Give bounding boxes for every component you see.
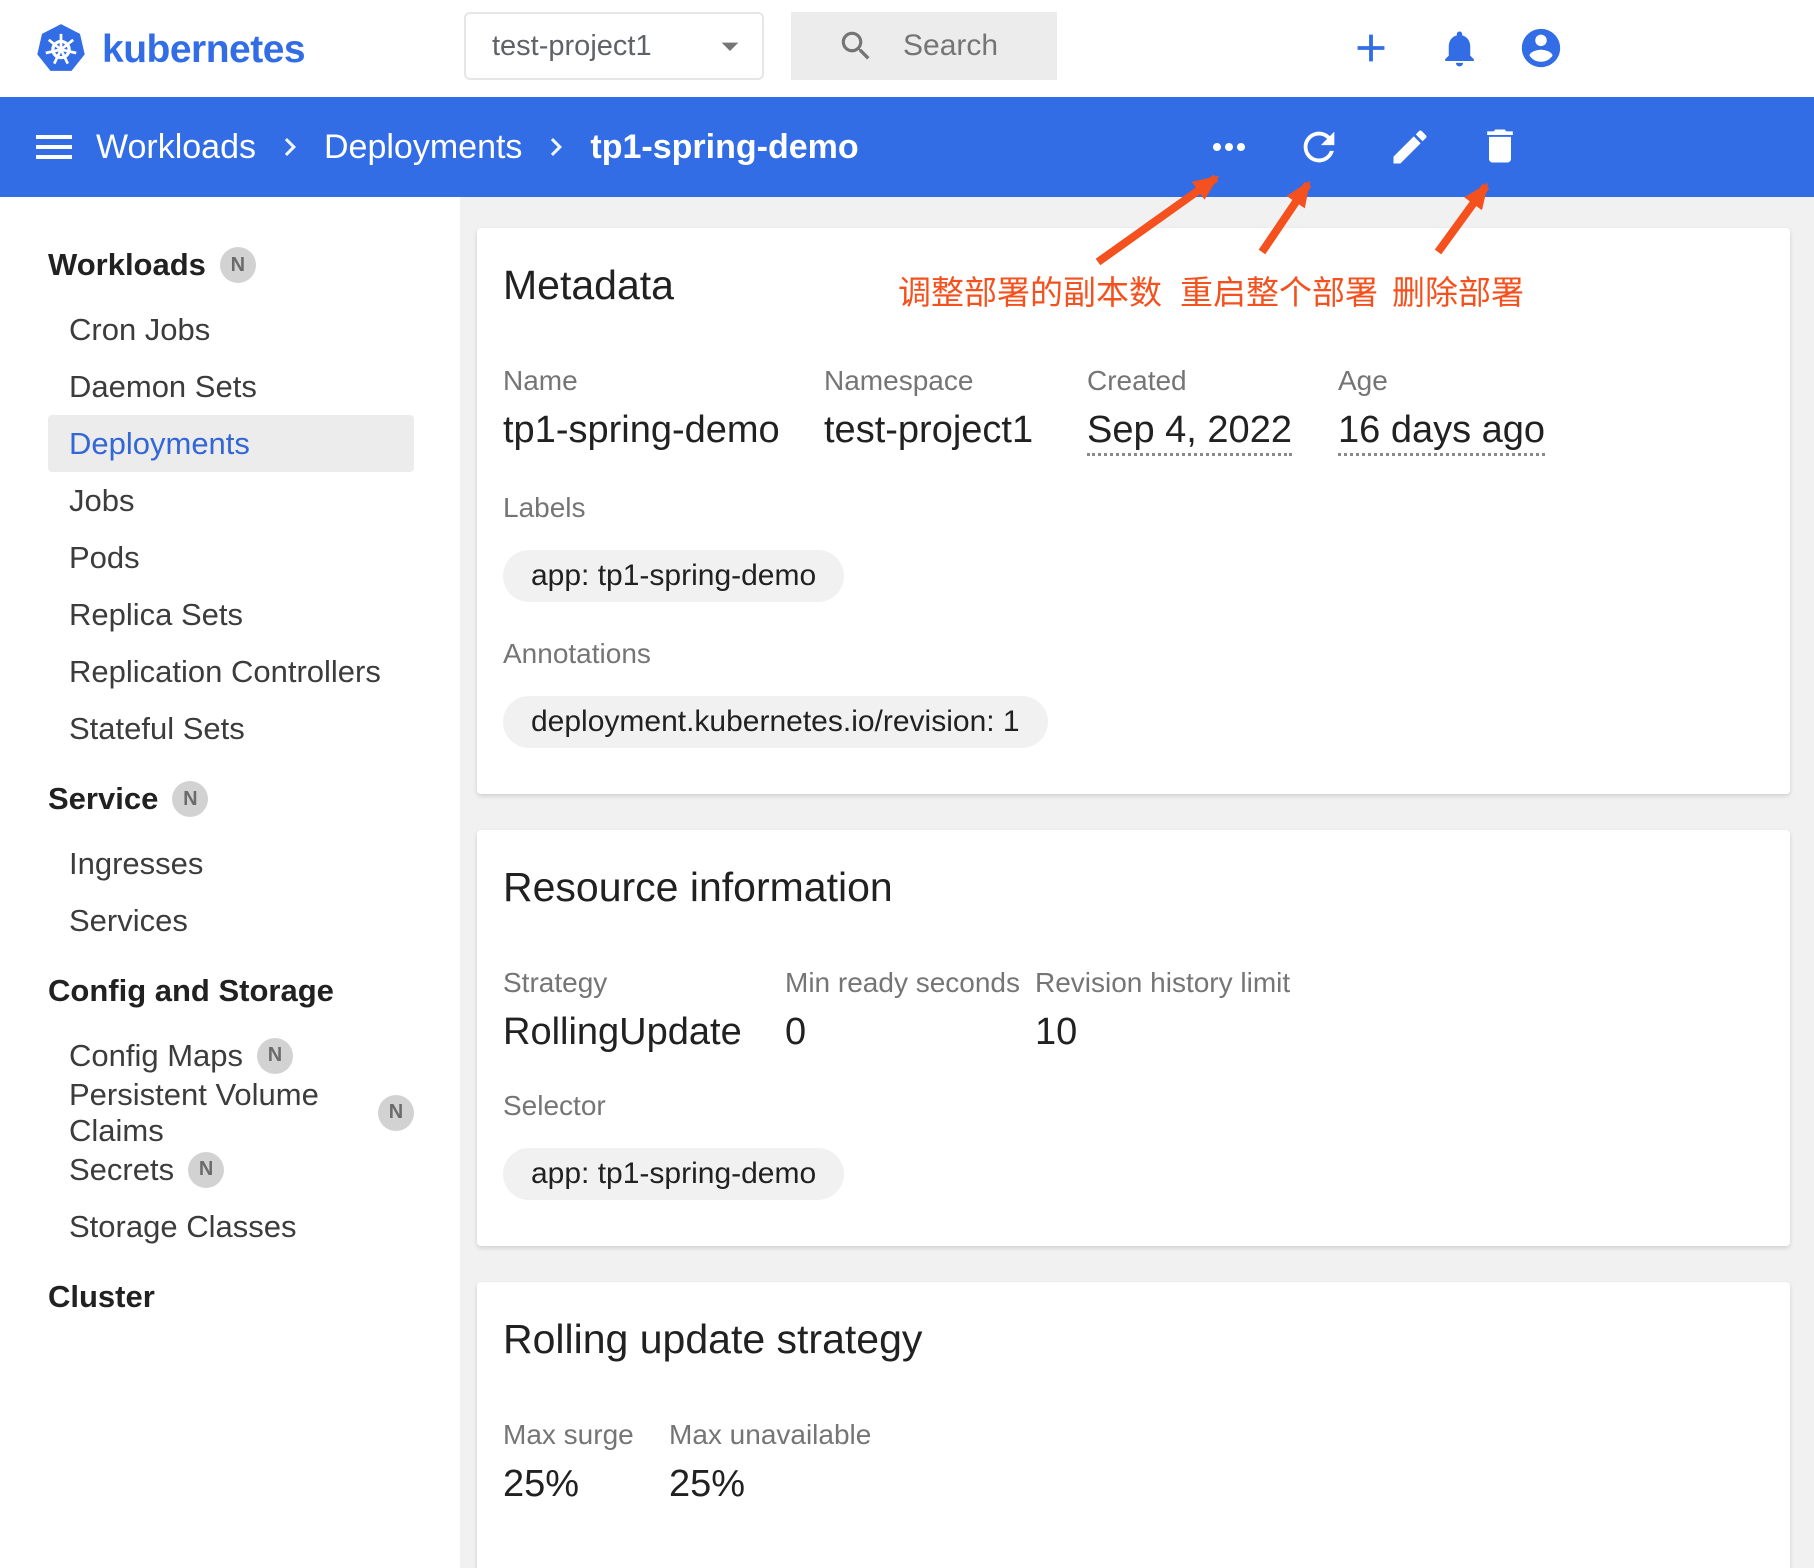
search-icon [837,27,875,65]
min-ready-seconds-value: 0 [785,1011,1035,1054]
create-resource-button[interactable] [1348,25,1394,71]
metadata-card: Metadata Name tp1-spring-demo Namespace … [477,228,1790,794]
user-account-button[interactable] [1518,25,1564,71]
breadcrumb: Workloads Deployments tp1-spring-demo [96,97,859,197]
account-icon [1518,25,1564,71]
max-unavailable-value: 25% [669,1463,1764,1506]
notifications-icon [1438,27,1481,70]
action-bar: Workloads Deployments tp1-spring-demo [0,97,1814,197]
breadcrumb-workloads[interactable]: Workloads [96,128,256,167]
strategy-value: RollingUpdate [503,1011,785,1054]
sidebar-item-services[interactable]: Services [48,892,414,949]
sidebar-item-secrets[interactable]: Secrets N [48,1141,414,1198]
age-value: 16 days ago [1338,409,1545,456]
search-bar[interactable] [791,12,1057,80]
notifications-button[interactable] [1438,27,1481,70]
resource-information-card: Resource information Strategy RollingUpd… [477,830,1790,1246]
sidebar-item-ingresses[interactable]: Ingresses [48,835,414,892]
namespace-selector[interactable]: test-project1 [464,12,764,80]
sidebar-heading-service[interactable]: Service N [48,771,414,827]
sidebar-item-replication-controllers[interactable]: Replication Controllers [48,643,414,700]
sidebar-item-persistent-volume-claims[interactable]: Persistent Volume Claims N [48,1084,414,1141]
new-badge: N [188,1152,224,1188]
annotation-chip: deployment.kubernetes.io/revision: 1 [503,696,1048,748]
restart-deployment-button[interactable] [1296,124,1342,170]
resource-information-fields: Strategy RollingUpdate Min ready seconds… [503,967,1764,1054]
sidebar-item-storage-classes[interactable]: Storage Classes [48,1198,414,1255]
chevron-right-icon [272,129,308,165]
selector-label: Selector [503,1090,1764,1122]
rolling-update-strategy-card: Rolling update strategy Max surge 25% Ma… [477,1282,1790,1568]
strategy-label: Strategy [503,967,785,999]
new-badge: N [172,781,208,817]
name-label: Name [503,365,824,397]
min-ready-seconds-label: Min ready seconds [785,967,1035,999]
top-app-bar: kubernetes test-project1 [0,0,1814,97]
sidebar-item-replica-sets[interactable]: Replica Sets [48,586,414,643]
edit-icon [1388,125,1432,169]
selector-chip: app: tp1-spring-demo [503,1148,844,1200]
revision-history-limit-value: 10 [1035,1011,1764,1054]
sidebar-heading-config-and-storage[interactable]: Config and Storage [48,963,414,1019]
menu-icon[interactable] [30,123,78,171]
sidebar-item-pods[interactable]: Pods [48,529,414,586]
page-content: Workloads N Cron Jobs Daemon Sets Deploy… [0,197,1814,1568]
new-badge: N [220,247,256,283]
name-value: tp1-spring-demo [503,409,824,452]
dropdown-arrow-icon [710,26,750,66]
delete-deployment-button[interactable] [1478,124,1522,168]
search-input[interactable] [901,28,1061,64]
more-horiz-icon [1205,123,1253,171]
sidebar-item-config-maps[interactable]: Config Maps N [48,1027,414,1084]
metadata-fields: Name tp1-spring-demo Namespace test-proj… [503,365,1764,456]
labels-label: Labels [503,492,1764,524]
sidebar-item-cron-jobs[interactable]: Cron Jobs [48,301,414,358]
namespace-label: Namespace [824,365,1087,397]
new-badge: N [378,1095,414,1131]
created-value: Sep 4, 2022 [1087,409,1292,456]
label-chip: app: tp1-spring-demo [503,550,844,602]
max-surge-value: 25% [503,1463,669,1506]
namespace-value: test-project1 [824,409,1087,452]
rolling-update-fields: Max surge 25% Max unavailable 25% [503,1419,1764,1506]
new-badge: N [257,1038,293,1074]
resource-information-title: Resource information [503,864,1764,911]
delete-icon [1478,124,1522,168]
brand-wordmark[interactable]: kubernetes [102,28,305,72]
chevron-right-icon [538,129,574,165]
sidebar-item-deployments[interactable]: Deployments [48,415,414,472]
breadcrumb-current-deployment: tp1-spring-demo [590,128,858,167]
kubernetes-logo[interactable] [34,22,88,76]
annotations-label: Annotations [503,638,1764,670]
max-unavailable-label: Max unavailable [669,1419,1764,1451]
revision-history-limit-label: Revision history limit [1035,967,1764,999]
sidebar-item-jobs[interactable]: Jobs [48,472,414,529]
sidebar-item-daemon-sets[interactable]: Daemon Sets [48,358,414,415]
created-label: Created [1087,365,1338,397]
scale-deployment-button[interactable] [1205,123,1253,171]
edit-deployment-button[interactable] [1388,125,1432,169]
refresh-icon [1296,124,1342,170]
sidebar-nav: Workloads N Cron Jobs Daemon Sets Deploy… [0,197,460,1568]
namespace-selector-value: test-project1 [492,30,710,63]
age-label: Age [1338,365,1764,397]
sidebar-item-stateful-sets[interactable]: Stateful Sets [48,700,414,757]
main-panel: Metadata Name tp1-spring-demo Namespace … [460,197,1814,1568]
sidebar-heading-cluster[interactable]: Cluster [48,1269,414,1325]
add-icon [1348,25,1394,71]
max-surge-label: Max surge [503,1419,669,1451]
metadata-card-title: Metadata [503,262,1764,309]
rolling-update-strategy-title: Rolling update strategy [503,1316,1764,1363]
breadcrumb-deployments[interactable]: Deployments [324,128,522,167]
sidebar-heading-workloads[interactable]: Workloads N [48,237,414,293]
